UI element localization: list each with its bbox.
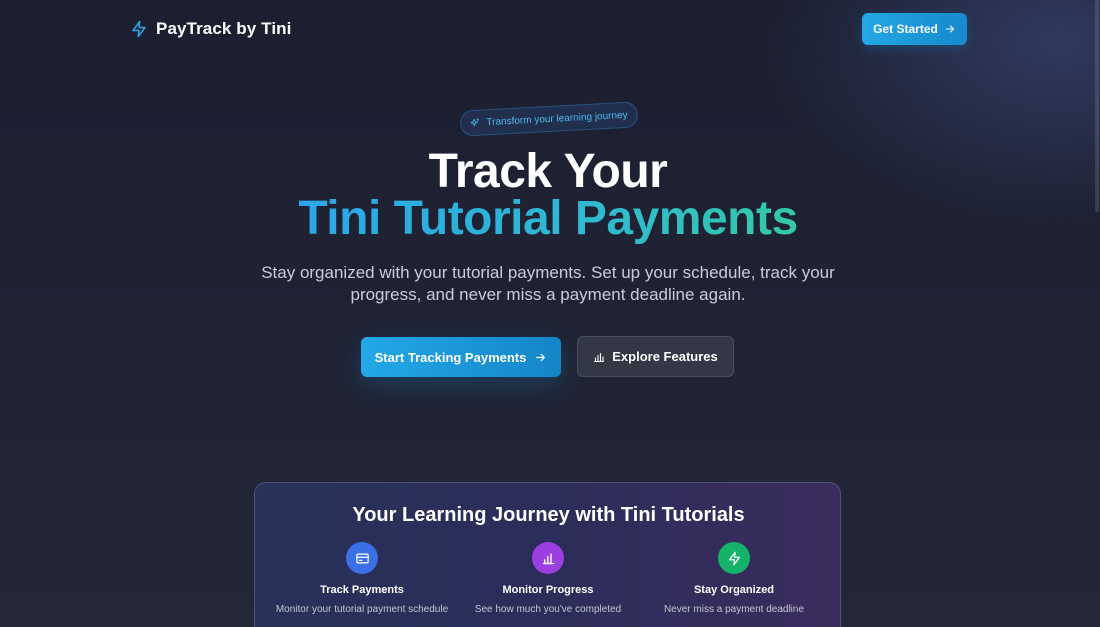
get-started-label: Get Started bbox=[873, 22, 938, 36]
bar-chart-icon bbox=[594, 352, 605, 362]
feature-description: See how much you've completed bbox=[474, 604, 622, 615]
feature-description: Never miss a payment deadline bbox=[663, 604, 805, 615]
feature-title: Monitor Progress bbox=[502, 584, 594, 596]
feature-title: Track Payments bbox=[320, 584, 404, 596]
hero-badge: Transform your learning journey bbox=[459, 101, 639, 137]
top-nav: PayTrack by Tini Get Started bbox=[0, 0, 1100, 58]
hero-title-line2: Tini Tutorial Payments bbox=[0, 193, 1096, 245]
feature-icon-circle bbox=[346, 542, 378, 574]
start-tracking-button[interactable]: Start Tracking Payments bbox=[361, 337, 561, 377]
brand[interactable]: PayTrack by Tini bbox=[130, 18, 291, 40]
sparkles-icon bbox=[470, 118, 480, 127]
explore-features-button[interactable]: Explore Features bbox=[577, 336, 734, 377]
feature-icon-circle bbox=[718, 542, 750, 574]
journey-card: Your Learning Journey with Tini Tutorial… bbox=[254, 482, 841, 627]
arrow-right-icon bbox=[536, 353, 546, 361]
feature-track-payments: Track Payments Monitor your tutorial pay… bbox=[262, 542, 462, 615]
hero-subtitle: Stay organized with your tutorial paymen… bbox=[261, 263, 835, 304]
feature-description: Monitor your tutorial payment schedule bbox=[275, 604, 449, 615]
brand-name: PayTrack by Tini bbox=[156, 19, 292, 38]
hero-title-line1: Track Your bbox=[428, 145, 668, 198]
feature-icon-circle bbox=[532, 542, 564, 574]
credit-card-icon bbox=[355, 553, 369, 563]
feature-monitor-progress: Monitor Progress See how much you've com… bbox=[448, 542, 648, 615]
lightning-icon bbox=[728, 551, 740, 565]
bar-chart-icon bbox=[542, 552, 554, 564]
hero-title-highlight: Tini Tutorial Payments bbox=[298, 192, 798, 245]
get-started-button[interactable]: Get Started bbox=[862, 13, 967, 45]
arrow-right-icon bbox=[945, 25, 954, 33]
feature-title: Stay Organized bbox=[693, 584, 775, 596]
hero-badge-text: Transform your learning journey bbox=[486, 109, 628, 128]
feature-stay-organized: Stay Organized Never miss a payment dead… bbox=[634, 542, 834, 615]
scrollbar[interactable] bbox=[1094, 0, 1100, 627]
journey-title: Your Learning Journey with Tini Tutorial… bbox=[352, 504, 745, 526]
lightning-icon bbox=[132, 20, 146, 38]
explore-features-label: Explore Features bbox=[612, 349, 718, 364]
start-tracking-label: Start Tracking Payments bbox=[374, 349, 527, 365]
